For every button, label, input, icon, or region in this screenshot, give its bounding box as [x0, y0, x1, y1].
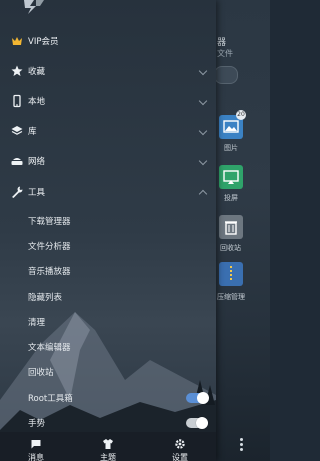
chevron-up-icon: [198, 189, 208, 199]
gesture-toggle[interactable]: [186, 417, 208, 429]
menu-item-network[interactable]: 网络: [0, 147, 216, 175]
tab-settings[interactable]: 设置: [144, 432, 216, 461]
phone-icon: [13, 94, 21, 108]
chevron-down-icon: [198, 126, 208, 136]
tab-label-themes: 主题: [100, 453, 116, 461]
tool-item-file-analyzer[interactable]: 文件分析器: [28, 240, 71, 252]
star-icon: [11, 65, 23, 76]
cast-icon[interactable]: [219, 165, 243, 189]
tool-item-hidden-list[interactable]: 隐藏列表: [28, 291, 62, 303]
shirt-icon: [103, 439, 113, 449]
app-logo-icon: [24, 0, 44, 14]
menu-item-tools[interactable]: 工具: [0, 178, 216, 206]
tab-themes[interactable]: 主题: [72, 432, 144, 461]
tile-label-images: 图片: [224, 144, 238, 152]
tile-label-recycle: 回收站: [220, 244, 241, 252]
chevron-down-icon: [198, 96, 208, 106]
tool-item-recycle-bin[interactable]: 回收站: [28, 366, 54, 378]
wrench-icon: [12, 186, 23, 198]
root-toolbox-toggle[interactable]: [186, 392, 209, 404]
more-vertical-icon[interactable]: [240, 438, 243, 453]
background-search-field[interactable]: [214, 66, 238, 84]
tool-item-music-player[interactable]: 音乐播放器: [28, 265, 71, 277]
image-count-badge: 20: [236, 110, 246, 120]
tool-item-text-editor[interactable]: 文本编辑器: [28, 341, 71, 353]
crown-icon: [12, 37, 22, 45]
tool-item-gesture[interactable]: 手势: [28, 417, 45, 429]
menu-label-network: 网络: [28, 157, 46, 167]
toggle-knob: [197, 392, 209, 404]
menu-label-local: 本地: [28, 97, 46, 107]
archive-icon[interactable]: [219, 262, 243, 286]
drawer-bottom-bar: 消息 主题 设置: [0, 432, 216, 461]
menu-item-vip[interactable]: VIP会员: [0, 27, 216, 55]
background-subtitle: 文件: [217, 49, 233, 58]
gear-icon: [175, 439, 185, 449]
tab-label-messages: 消息: [28, 453, 44, 461]
chevron-down-icon: [198, 66, 208, 76]
tab-label-settings: 设置: [172, 453, 188, 461]
chevron-down-icon: [198, 156, 208, 166]
network-drive-icon: [11, 158, 23, 165]
tool-item-root-toolbox[interactable]: Root工具箱: [28, 392, 73, 404]
menu-item-favorites[interactable]: 收藏: [0, 57, 216, 85]
menu-label-library: 库: [28, 127, 37, 137]
layers-icon: [11, 126, 23, 135]
tool-item-cleaner[interactable]: 清理: [28, 316, 45, 328]
menu-item-library[interactable]: 库: [0, 117, 216, 145]
background-title: 器: [217, 38, 227, 48]
tile-label-archive: 压缩管理: [217, 293, 245, 301]
toggle-knob: [196, 417, 208, 429]
trash-icon[interactable]: [219, 215, 243, 239]
tile-label-cast: 投屏: [224, 194, 238, 202]
menu-item-local[interactable]: 本地: [0, 87, 216, 115]
menu-label-favorites: 收藏: [28, 67, 46, 77]
menu-label-tools: 工具: [28, 188, 46, 198]
tool-item-download-manager[interactable]: 下载管理器: [28, 215, 71, 227]
menu-label-vip: VIP会员: [28, 37, 59, 47]
navigation-drawer: VIP会员 收藏 本地 库 网络 工具 下载管理器 文件分析器 音乐播放器 隐藏…: [0, 0, 216, 461]
tab-messages[interactable]: 消息: [0, 432, 72, 461]
drawer-header: [0, 0, 216, 24]
message-icon: [31, 440, 41, 449]
